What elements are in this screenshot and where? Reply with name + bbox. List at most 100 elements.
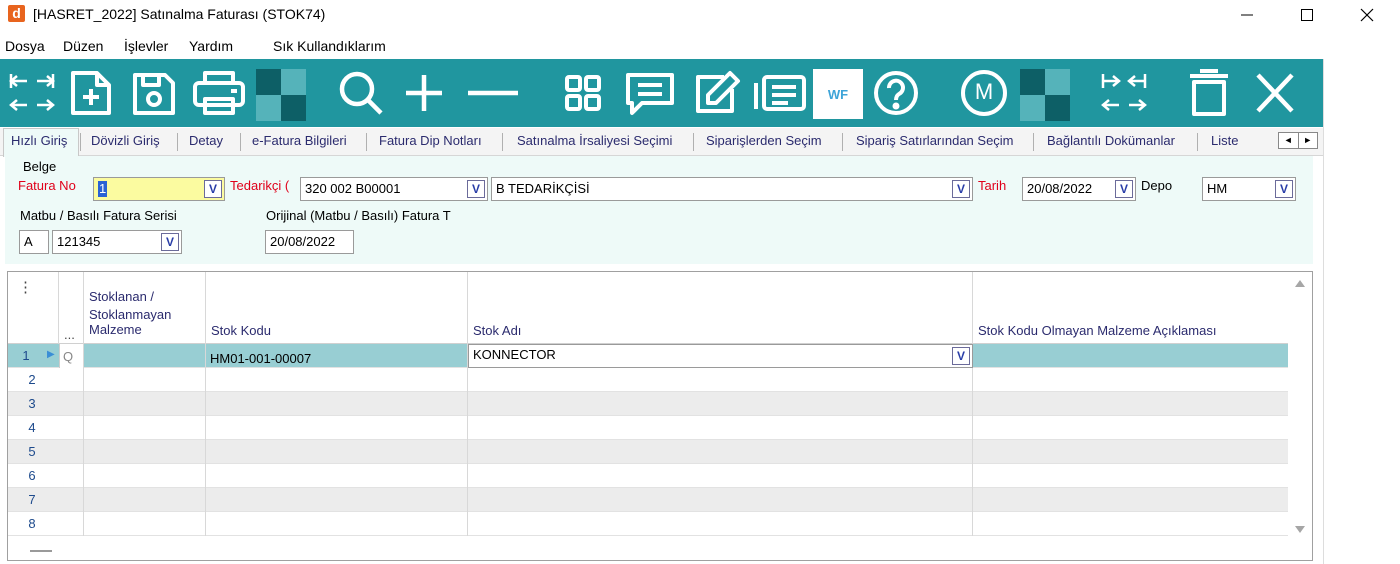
row-stok-kodu-cell[interactable] [206, 392, 468, 416]
grid-header-stoklanan[interactable]: Stoklanan / Stoklanmayan Malzeme [84, 272, 206, 344]
depo-input[interactable]: HM V [1202, 177, 1296, 201]
print-button[interactable] [190, 67, 248, 119]
menu-islevler[interactable]: İşlevler [124, 38, 168, 54]
table-row[interactable]: 7 [8, 488, 1288, 512]
fatura-no-input[interactable]: 1 V [93, 177, 225, 201]
tab-dovizli-giris[interactable]: Dövizli Giriş [91, 133, 160, 148]
tab-satinalma-irsaliyesi-secimi[interactable]: Satınalma İrsaliyesi Seçimi [517, 133, 672, 148]
grid-header-stok-adi[interactable]: Stok Adı [468, 272, 973, 344]
row-stok-adi-cell[interactable] [468, 512, 973, 536]
add-row-button[interactable] [394, 67, 454, 119]
row-stok-adi-cell[interactable] [468, 368, 973, 392]
row-stoklanan-cell[interactable] [84, 368, 206, 392]
row-stok-adi-cell[interactable] [468, 464, 973, 488]
grid-column-menu-icon[interactable]: ⋮ [18, 278, 33, 296]
row-stok-kodu-cell[interactable] [206, 440, 468, 464]
checker-square-2-button[interactable] [1020, 69, 1070, 121]
search-button[interactable] [334, 67, 390, 119]
first-last-button[interactable] [6, 67, 58, 119]
row-aciklama-cell[interactable] [973, 344, 1288, 368]
depo-dropdown-button[interactable]: V [1275, 180, 1293, 198]
trash-button[interactable] [1184, 67, 1234, 119]
matbu-no-input[interactable]: 121345 V [52, 230, 182, 254]
row-stoklanan-cell[interactable] [84, 488, 206, 512]
tab-detay[interactable]: Detay [189, 133, 223, 148]
tarih-input[interactable]: 20/08/2022 V [1022, 177, 1136, 201]
row-stoklanan-cell[interactable] [84, 464, 206, 488]
tab-fatura-dip-notlari[interactable]: Fatura Dip Notları [379, 133, 482, 148]
workflow-button[interactable]: WF [813, 69, 863, 119]
row-stok-adi-input[interactable]: KONNECTOR V [468, 344, 973, 368]
row-stok-kodu-cell[interactable] [206, 416, 468, 440]
row-aciklama-cell[interactable] [973, 440, 1288, 464]
row-stok-adi-cell[interactable] [468, 440, 973, 464]
fatura-no-dropdown-button[interactable]: V [204, 180, 222, 198]
tab-liste[interactable]: Liste [1211, 133, 1238, 148]
row-stoklanan-cell[interactable] [84, 344, 206, 368]
table-row[interactable]: 4 [8, 416, 1288, 440]
tab-scroll-left-button[interactable]: ◄ [1279, 133, 1299, 148]
tab-scroll-right-button[interactable]: ► [1299, 133, 1318, 148]
row-stok-kodu-cell[interactable] [206, 512, 468, 536]
menu-sik-kullandiklarim[interactable]: Sık Kullandıklarım [273, 38, 386, 54]
scroll-up-icon[interactable] [1295, 280, 1305, 287]
checker-square-button[interactable] [256, 69, 306, 121]
save-button[interactable] [128, 67, 178, 119]
delete-row-button[interactable] [462, 67, 522, 119]
grid-vertical-scrollbar[interactable] [1289, 272, 1312, 542]
menu-yardim[interactable]: Yardım [189, 38, 233, 54]
tab-siparis-satirlarindan-secim[interactable]: Sipariş Satırlarından Seçim [856, 133, 1014, 148]
row-stoklanan-cell[interactable] [84, 416, 206, 440]
grid-header-stok-kodu[interactable]: Stok Kodu [206, 272, 468, 344]
tab-hizli-giris[interactable]: Hızlı Giriş [11, 133, 67, 148]
row-stoklanan-cell[interactable] [84, 512, 206, 536]
maximize-button[interactable] [1284, 0, 1330, 30]
row-aciklama-cell[interactable] [973, 488, 1288, 512]
row-stok-adi-cell[interactable] [468, 488, 973, 512]
row-stok-kodu-cell[interactable]: HM01-001-00007 [206, 344, 468, 368]
matbu-seri-input[interactable]: A [19, 230, 49, 254]
tarih-dropdown-button[interactable]: V [1115, 180, 1133, 198]
menu-duzen[interactable]: Düzen [63, 38, 103, 54]
scroll-down-icon[interactable] [1295, 526, 1305, 533]
close-window-button[interactable] [1344, 0, 1390, 30]
row-aciklama-cell[interactable] [973, 368, 1288, 392]
m-module-button[interactable]: M [952, 67, 1016, 119]
tedarikci-adi-input[interactable]: B TEDARİKÇİSİ V [491, 177, 973, 201]
table-row[interactable]: 6 [8, 464, 1288, 488]
row-stok-adi-dropdown-button[interactable]: V [952, 347, 970, 365]
row-aciklama-cell[interactable] [973, 512, 1288, 536]
close-form-button[interactable] [1248, 67, 1302, 119]
table-row[interactable]: 2 [8, 368, 1288, 392]
table-row[interactable]: 3 [8, 392, 1288, 416]
tedarikci-kod-input[interactable]: 320 002 B00001 V [300, 177, 488, 201]
menu-dosya[interactable]: Dosya [5, 38, 45, 54]
row-search-button[interactable]: Q [59, 344, 84, 368]
list-document-button[interactable] [750, 67, 810, 119]
minimize-button[interactable] [1224, 0, 1270, 30]
row-stoklanan-cell[interactable] [84, 392, 206, 416]
tab-baglantili-dokumanlar[interactable]: Bağlantılı Dokümanlar [1047, 133, 1175, 148]
row-stoklanan-cell[interactable] [84, 440, 206, 464]
tedarikci-kod-dropdown-button[interactable]: V [467, 180, 485, 198]
edit-button[interactable] [688, 67, 744, 119]
row-aciklama-cell[interactable] [973, 392, 1288, 416]
row-stok-kodu-cell[interactable] [206, 488, 468, 512]
row-stok-kodu-cell[interactable] [206, 464, 468, 488]
row-stok-kodu-cell[interactable] [206, 368, 468, 392]
grid-view-button[interactable] [558, 67, 608, 119]
expand-button[interactable] [1096, 67, 1152, 119]
tab-efatura-bilgileri[interactable]: e-Fatura Bilgileri [252, 133, 347, 148]
grid-header-aciklama[interactable]: Stok Kodu Olmayan Malzeme Açıklaması [973, 272, 1288, 344]
tedarikci-adi-dropdown-button[interactable]: V [952, 180, 970, 198]
row-aciklama-cell[interactable] [973, 416, 1288, 440]
comment-button[interactable] [620, 67, 680, 119]
matbu-no-dropdown-button[interactable]: V [161, 233, 179, 251]
orijinal-fatura-tarihi-input[interactable]: 20/08/2022 [265, 230, 354, 254]
table-row[interactable]: 1 ▶ Q HM01-001-00007 KONNECTOR V [8, 344, 1288, 368]
row-stok-adi-cell[interactable] [468, 392, 973, 416]
row-stok-adi-cell[interactable] [468, 416, 973, 440]
table-row[interactable]: 5 [8, 440, 1288, 464]
table-row[interactable]: 8 [8, 512, 1288, 536]
new-document-button[interactable] [66, 67, 116, 119]
